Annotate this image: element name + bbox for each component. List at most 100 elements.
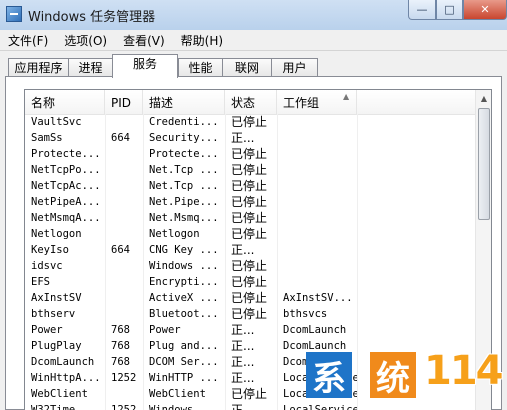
cell-group (277, 274, 357, 290)
menu-file[interactable]: 文件(F) (0, 32, 56, 49)
cell-pid (105, 162, 143, 178)
cell-description: Bluetoot... (149, 308, 219, 320)
cell-group (277, 226, 357, 242)
cell-pid (105, 194, 143, 210)
cell-group (277, 162, 357, 178)
close-button[interactable]: ✕ (463, 0, 507, 20)
scrollbar-thumb[interactable] (478, 108, 490, 220)
cell-description: Windows ... (149, 404, 219, 410)
cell-group (277, 130, 357, 146)
cell-description: Protecte... (149, 148, 219, 160)
cell-name: VaultSvc (31, 116, 82, 128)
cell-group (277, 194, 357, 210)
tab-applications[interactable]: 应用程序 (8, 58, 69, 77)
cell-group: LocalService (283, 404, 357, 410)
table-row[interactable]: idsvc Windows ... 已停止 (25, 258, 475, 274)
cell-status: 正... (231, 355, 255, 369)
cell-description: WinHTTP ... (149, 372, 219, 384)
cell-group (277, 178, 357, 194)
watermark-number: 114 (424, 348, 503, 394)
column-header-group[interactable]: 工作组 ▲ (277, 90, 357, 114)
cell-description: Security... (149, 132, 219, 144)
task-manager-icon (6, 6, 22, 22)
cell-name: NetTcpAc... (31, 180, 101, 192)
tab-services[interactable]: 服务 (112, 54, 178, 78)
table-row[interactable]: NetTcpAc... Net.Tcp ... 已停止 (25, 178, 475, 194)
cell-status: 已停止 (231, 387, 268, 401)
cell-pid: 768 (111, 324, 130, 336)
cell-status: 已停止 (231, 259, 268, 273)
menu-view[interactable]: 查看(V) (115, 32, 173, 49)
table-row[interactable]: VaultSvc Credenti... 已停止 (25, 114, 475, 130)
table-row[interactable]: Netlogon Netlogon 已停止 (25, 226, 475, 242)
menu-options[interactable]: 选项(O) (56, 32, 115, 49)
cell-pid (105, 306, 143, 322)
main-panel: 应用程序 进程 服务 性能 联网 用户 名称 PID 描述 状态 工作组 ▲ V… (0, 51, 507, 410)
cell-name: W32Time (31, 404, 76, 410)
cell-group: bthsvcs (283, 308, 328, 320)
cell-pid: 1252 (111, 372, 137, 384)
cell-description: Net.Pipe... (149, 196, 219, 208)
cell-status: 正... (231, 323, 255, 337)
table-row[interactable]: W32Time 1252 Windows ... 正... LocalService (25, 402, 475, 410)
cell-group: AxInstSV... (283, 292, 353, 304)
cell-pid: 1252 (111, 404, 137, 410)
cell-description: Encrypti... (149, 276, 219, 288)
cell-group: DcomLaunch (283, 324, 347, 336)
cell-name: PlugPlay (31, 340, 82, 352)
tab-processes[interactable]: 进程 (68, 58, 113, 77)
tab-users[interactable]: 用户 (271, 58, 318, 77)
cell-name: idsvc (31, 260, 63, 272)
column-header-pid[interactable]: PID (105, 90, 143, 114)
cell-description: Net.Tcp ... (149, 180, 219, 192)
cell-description: DCOM Ser... (149, 356, 219, 368)
table-row[interactable]: NetTcpPo... Net.Tcp ... 已停止 (25, 162, 475, 178)
tab-performance[interactable]: 性能 (178, 58, 223, 77)
table-row[interactable]: NetPipeA... Net.Pipe... 已停止 (25, 194, 475, 210)
column-header-status[interactable]: 状态 (225, 90, 277, 114)
cell-name: NetTcpPo... (31, 164, 101, 176)
cell-description: Plug and... (149, 340, 219, 352)
cell-name: SamSs (31, 132, 63, 144)
tab-networking[interactable]: 联网 (222, 58, 272, 77)
scroll-up-icon[interactable]: ▲ (476, 90, 491, 106)
cell-status: 已停止 (231, 275, 268, 289)
cell-pid (105, 274, 143, 290)
cell-description: Windows ... (149, 260, 219, 272)
cell-name: DcomLaunch (31, 356, 95, 368)
maximize-button[interactable]: □ (436, 0, 463, 20)
table-row[interactable]: EFS Encrypti... 已停止 (25, 274, 475, 290)
menu-bar: 文件(F) 选项(O) 查看(V) 帮助(H) (0, 30, 507, 51)
table-row[interactable]: Power 768 Power 正... DcomLaunch (25, 322, 475, 338)
cell-status: 正... (231, 403, 255, 410)
column-header-name[interactable]: 名称 (25, 90, 105, 114)
table-row[interactable]: bthserv Bluetoot... 已停止 bthsvcs (25, 306, 475, 322)
cell-pid (105, 226, 143, 242)
menu-help[interactable]: 帮助(H) (173, 32, 231, 49)
cell-group (277, 242, 357, 258)
table-row[interactable]: SamSs 664 Security... 正... (25, 130, 475, 146)
title-bar[interactable]: Windows 任务管理器 — □ ✕ (0, 0, 507, 31)
cell-status: 正... (231, 371, 255, 385)
table-row[interactable]: NetMsmqA... Net.Msmq... 已停止 (25, 210, 475, 226)
cell-pid (105, 258, 143, 274)
cell-pid (105, 114, 143, 130)
cell-name: WinHttpA... (31, 372, 101, 384)
list-header: 名称 PID 描述 状态 工作组 ▲ (25, 90, 475, 115)
cell-group (277, 210, 357, 226)
table-row[interactable]: Protecte... Protecte... 已停止 (25, 146, 475, 162)
cell-description: Net.Msmq... (149, 212, 219, 224)
cell-status: 已停止 (231, 147, 268, 161)
cell-description: Power (149, 324, 181, 336)
cell-description: Netlogon (149, 228, 200, 240)
table-row[interactable]: AxInstSV ActiveX ... 已停止 AxInstSV... (25, 290, 475, 306)
table-row[interactable]: KeyIso 664 CNG Key ... 正... (25, 242, 475, 258)
column-header-description[interactable]: 描述 (143, 90, 225, 114)
cell-status: 已停止 (231, 211, 268, 225)
cell-name: EFS (31, 276, 50, 288)
cell-name: NetMsmqA... (31, 212, 101, 224)
cell-pid: 664 (111, 244, 130, 256)
cell-status: 已停止 (231, 307, 268, 321)
cell-pid (105, 290, 143, 306)
minimize-button[interactable]: — (408, 0, 436, 20)
